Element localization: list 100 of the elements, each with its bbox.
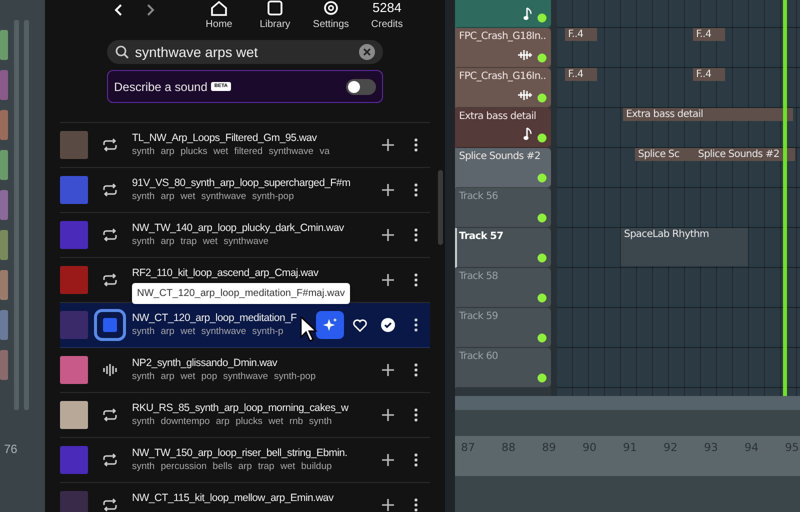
tag[interactable]: synthwave (223, 371, 268, 383)
tag[interactable]: synth (132, 416, 155, 428)
tag[interactable]: arp (216, 416, 230, 428)
file-name[interactable]: NW_TW_140_arp_loop_plucky_dark_Cmin.wav (132, 221, 344, 235)
status-led-icon[interactable] (537, 13, 547, 23)
file-name[interactable]: RF2_110_kit_loop_ascend_arp_Cmaj.wav (132, 266, 318, 280)
tag[interactable]: plucks (180, 146, 208, 158)
tag[interactable]: arp (160, 326, 174, 338)
clip[interactable]: Splice Sc (635, 148, 695, 161)
tag[interactable]: pop (201, 371, 218, 383)
tag[interactable]: wet (268, 416, 284, 428)
waveform-icon (517, 49, 533, 61)
status-led-icon[interactable] (537, 293, 547, 303)
tag[interactable]: synthwave (201, 326, 246, 338)
track-header[interactable]: FPC_Crash_G18In.. (455, 28, 551, 68)
file-name[interactable]: NW_TW_150_arp_loop_riser_bell_string_Ebmin. (132, 446, 348, 460)
result-row[interactable]: NW_TW_140_arp_loop_plucky_dark_Cmin.wav synth arp trap wet synthwave (60, 213, 430, 258)
tag[interactable]: arp (160, 236, 174, 248)
tag[interactable]: synth-pop (274, 371, 316, 383)
tag[interactable]: wet (213, 146, 228, 158)
tag[interactable]: wet (180, 326, 196, 338)
tag[interactable]: synth-p (252, 326, 284, 338)
tag[interactable]: synth (132, 191, 155, 203)
tag[interactable]: arp (238, 461, 252, 473)
toggle-switch[interactable] (346, 78, 376, 94)
result-row[interactable]: RKU_RS_85_synth_arp_loop_morning_cakes_w synth downtempo arp plucks wet rnb synth (60, 393, 430, 438)
search-field[interactable]: synthwave arps wet (107, 40, 383, 64)
tag[interactable]: wet (280, 461, 296, 473)
tag[interactable]: synthwave (268, 146, 314, 158)
result-row[interactable]: NP2_synth_glissando_Dmin.wav synth arp wet pop synthwave synth-pop (60, 348, 430, 393)
nav-button[interactable]: Home (194, 0, 244, 31)
file-name[interactable]: 91V_VS_80_synth_arp_loop_supercharged_F#m (132, 176, 350, 190)
credits-button[interactable]: 5284 Credits (362, 0, 412, 31)
track-header[interactable]: FPC_Crash_G16In.. (455, 68, 551, 108)
tag[interactable]: buildup (301, 461, 332, 473)
track-name: Track 59 (459, 310, 498, 324)
status-led-icon[interactable] (537, 253, 547, 263)
scrollbar-thumb[interactable] (438, 170, 443, 245)
result-row[interactable]: NW_CT_115_kit_loop_mellow_arp_Emin.wav (60, 483, 430, 512)
track-header[interactable]: Track 57 (455, 228, 551, 268)
tag[interactable]: synth-pop (252, 191, 294, 203)
tag[interactable]: wet (180, 191, 196, 203)
file-name[interactable]: NW_CT_120_arp_loop_meditation_F (132, 311, 297, 325)
tag[interactable]: arp (160, 146, 174, 158)
file-name[interactable]: RKU_RS_85_synth_arp_loop_morning_cakes_w (132, 401, 348, 415)
tag[interactable]: rnb (289, 416, 304, 428)
clip[interactable]: F..4 (693, 28, 725, 41)
tag[interactable]: synth (132, 371, 155, 383)
status-led-icon[interactable] (537, 373, 547, 383)
tag[interactable]: synth (132, 236, 155, 248)
clear-button[interactable] (359, 44, 375, 60)
result-row[interactable]: NW_TW_150_arp_loop_riser_bell_string_Ebmin. synth percussion bells arp trap wet buildup (60, 438, 430, 483)
tag[interactable]: wet (202, 236, 218, 248)
nav-button[interactable]: Library (250, 0, 300, 31)
tag[interactable]: filtered (234, 146, 263, 158)
status-led-icon[interactable] (537, 53, 547, 63)
file-name[interactable]: NW_CT_115_kit_loop_mellow_arp_Emin.wav (132, 491, 334, 505)
result-row[interactable]: TL_NW_Arp_Loops_Filtered_Gm_95.wav synth arp plucks wet filtered synthwave va (60, 123, 430, 168)
clip[interactable]: SpaceLab Rhythm (621, 228, 748, 266)
file-name[interactable]: TL_NW_Arp_Loops_Filtered_Gm_95.wav (132, 131, 317, 145)
loop-icon (102, 498, 118, 512)
tag[interactable]: plucks (236, 416, 263, 428)
track-header[interactable]: Splice Sounds #2 (455, 148, 551, 188)
result-row[interactable]: 91V_VS_80_synth_arp_loop_supercharged_F#m synth arp wet synthwave synth-pop (60, 168, 430, 213)
horizontal-scrollbar[interactable] (455, 396, 800, 410)
tag[interactable]: synthwave (224, 236, 269, 248)
tag[interactable]: trap (180, 236, 197, 248)
tag[interactable]: wet (180, 371, 196, 383)
search-icon (115, 45, 129, 59)
tag[interactable]: trap (258, 461, 274, 473)
clip[interactable]: Extra bass detail (623, 108, 793, 121)
tag[interactable]: va (320, 146, 330, 158)
clip[interactable]: F..4 (693, 68, 725, 81)
clip[interactable]: F..4 (565, 68, 597, 81)
selected-row[interactable]: NW_CT_120_arp_loop_meditation_F synth arp wet synthwave synth-p (60, 303, 430, 348)
status-led-icon[interactable] (537, 133, 547, 143)
tag[interactable]: percussion (160, 461, 207, 473)
tag[interactable]: bells (212, 461, 232, 473)
tag[interactable]: synth (132, 461, 155, 473)
status-led-icon[interactable] (537, 93, 547, 103)
tag[interactable]: synth (309, 416, 332, 428)
status-led-icon[interactable] (537, 213, 547, 223)
status-led-icon[interactable] (537, 333, 547, 343)
tag[interactable]: synth (132, 146, 155, 158)
tag[interactable]: synth (132, 326, 155, 338)
file-name[interactable]: NP2_synth_glissando_Dmin.wav (132, 356, 278, 370)
ai-button[interactable] (316, 311, 344, 339)
track-header[interactable] (455, 0, 551, 28)
clip[interactable]: F..4 (565, 28, 597, 41)
status-led-icon[interactable] (537, 173, 547, 183)
tag[interactable]: synthwave (201, 191, 246, 203)
nav-button[interactable]: Settings (306, 0, 356, 31)
tag[interactable]: arp (160, 371, 174, 383)
clip[interactable]: Splice Sounds #2 (695, 148, 795, 161)
tag[interactable]: downtempo (160, 416, 210, 428)
tag[interactable]: arp (160, 191, 174, 203)
arrangement-grid[interactable]: F..4 F..4 F..4 F..4 Extra bass detail Splice Sc Splice Sounds #2 SpaceLab Rhythm (557, 0, 800, 396)
track-header[interactable]: Extra bass detail (455, 108, 551, 148)
search-input[interactable]: synthwave arps wet (135, 42, 359, 62)
stop-button[interactable] (94, 309, 126, 341)
